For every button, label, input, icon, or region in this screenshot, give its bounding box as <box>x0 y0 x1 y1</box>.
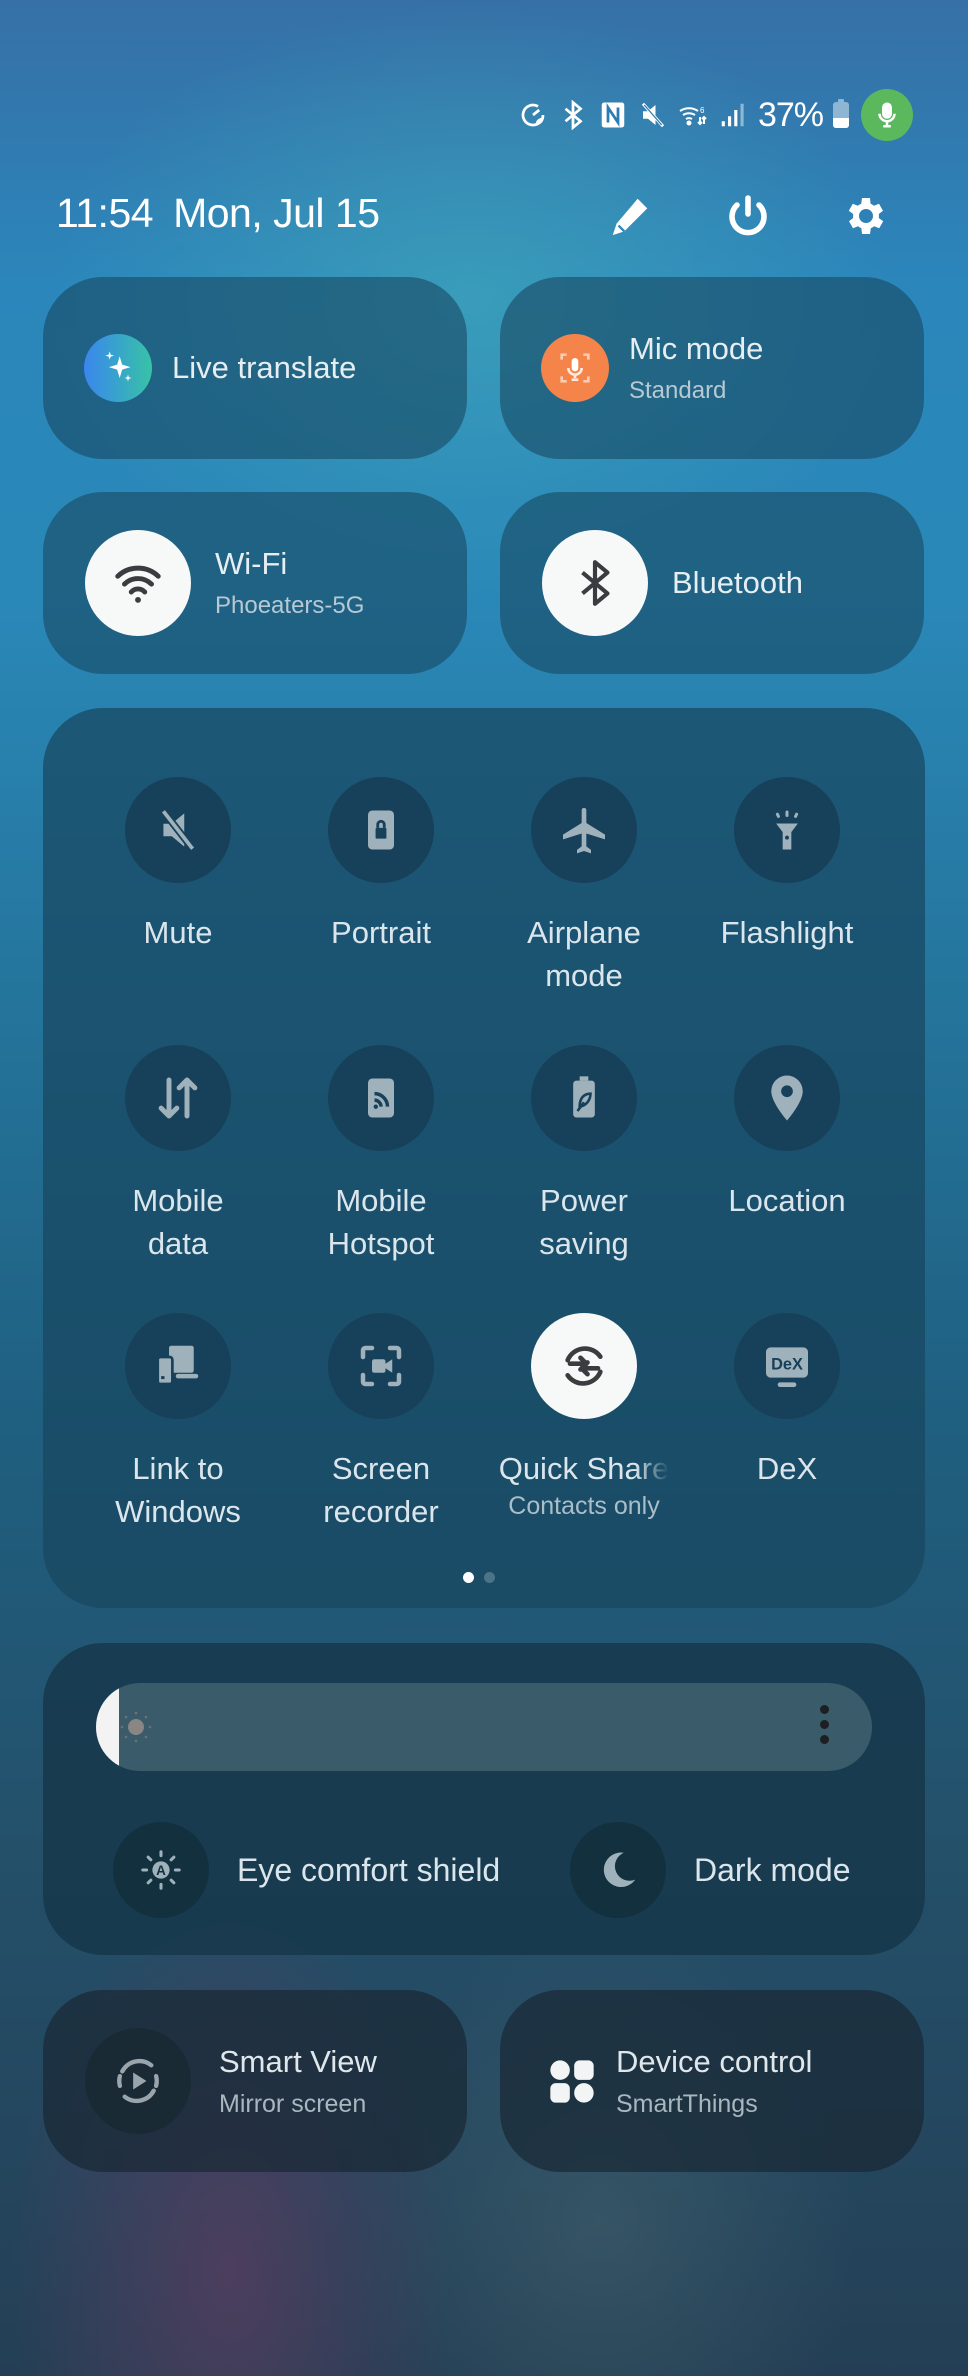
date-time: 11:54 Mon, Jul 15 <box>56 190 400 237</box>
qs-quick-share[interactable]: Quick Share Contacts only <box>484 1313 684 1521</box>
tile-label: Live translate <box>172 350 357 385</box>
sparkles-icon <box>84 334 152 402</box>
tile-sublabel: Phoeaters-5G <box>215 592 365 619</box>
more-vertical-icon[interactable] <box>820 1705 830 1744</box>
mute-icon <box>125 777 231 883</box>
brightness-sun-icon <box>120 1711 152 1743</box>
mute-status-icon <box>638 99 668 131</box>
nfc-status-icon <box>598 99 628 131</box>
power-saving-icon <box>531 1045 637 1151</box>
qs-airplane[interactable]: Airplane mode <box>484 777 684 997</box>
qs-screen-recorder[interactable]: Screen recorder <box>281 1313 481 1533</box>
toggle-label: Dark mode <box>694 1851 851 1888</box>
tile-smart-view[interactable]: Smart View Mirror screen <box>43 1990 467 2172</box>
tile-live-translate[interactable]: Live translate <box>43 277 467 459</box>
flashlight-icon <box>734 777 840 883</box>
location-icon <box>734 1045 840 1151</box>
link-to-windows-icon <box>125 1313 231 1419</box>
smart-view-icon <box>85 2028 191 2134</box>
wifi-icon <box>85 530 191 636</box>
qs-portrait[interactable]: Portrait <box>281 777 481 954</box>
qs-location[interactable]: Location <box>687 1045 887 1222</box>
power-saving-status-icon <box>518 99 548 131</box>
tile-label: Smart View <box>219 2043 377 2079</box>
gear-icon <box>848 198 884 234</box>
qs-power-saving[interactable]: Power saving <box>484 1045 684 1265</box>
svg-text:6: 6 <box>700 106 705 115</box>
tile-mic-mode[interactable]: Mic mode Standard <box>500 277 924 459</box>
tile-sublabel: Mirror screen <box>219 2089 367 2118</box>
tile-sublabel: Standard <box>629 377 727 404</box>
settings-button[interactable] <box>836 186 896 246</box>
qs-label: Mute <box>143 915 213 950</box>
qs-label: Mobile Hotspot <box>327 1183 435 1261</box>
qs-label: Quick Share <box>498 1451 670 1486</box>
battery-level-fill <box>833 118 849 128</box>
wifi-6-status-icon: 6 <box>678 99 708 131</box>
brightness-slider[interactable] <box>96 1683 872 1771</box>
tile-wifi[interactable]: Wi-Fi Phoeaters-5G <box>43 492 467 674</box>
signal-status-icon <box>718 99 748 131</box>
airplane-icon <box>531 777 637 883</box>
date: Mon, Jul 15 <box>173 190 380 236</box>
qs-label: Portrait <box>331 915 431 950</box>
mic-in-use-icon[interactable] <box>861 89 913 141</box>
qs-dex[interactable]: DeX DeX <box>687 1313 887 1490</box>
page-dot-1[interactable] <box>463 1572 474 1583</box>
tile-label: Mic mode <box>629 331 764 366</box>
quick-share-icon <box>531 1313 637 1419</box>
tile-label: Bluetooth <box>672 565 803 600</box>
qs-label: Mobile data <box>132 1183 224 1261</box>
qs-label: Airplane mode <box>527 915 641 993</box>
hotspot-icon <box>328 1045 434 1151</box>
qs-label: DeX <box>756 1451 818 1486</box>
portrait-lock-icon <box>328 777 434 883</box>
tile-bluetooth[interactable]: Bluetooth <box>500 492 924 674</box>
toggle-label: Eye comfort shield <box>237 1851 501 1888</box>
page-dot-2[interactable] <box>484 1572 495 1583</box>
clock: 11:54 <box>56 190 154 236</box>
dark-mode-toggle[interactable]: Dark mode <box>570 1822 851 1918</box>
eye-comfort-icon: A <box>113 1822 209 1918</box>
status-bar: 6 37% <box>518 89 913 141</box>
qs-mobile-data[interactable]: Mobile data <box>78 1045 278 1265</box>
qs-label: Power saving <box>539 1183 629 1261</box>
qs-mute[interactable]: Mute <box>78 777 278 954</box>
power-button[interactable] <box>718 186 778 246</box>
page-indicator <box>463 1572 495 1583</box>
qs-label: Link to Windows <box>115 1451 241 1529</box>
qs-hotspot[interactable]: Mobile Hotspot <box>281 1045 481 1265</box>
bluetooth-status-icon <box>558 99 588 131</box>
tile-sublabel: SmartThings <box>616 2089 758 2118</box>
qs-label: Screen recorder <box>323 1451 439 1529</box>
device-control-icon <box>542 2051 602 2111</box>
battery-percentage: 37% <box>757 95 824 134</box>
battery-icon <box>833 99 849 128</box>
qs-flashlight[interactable]: Flashlight <box>687 777 887 954</box>
svg-text:A: A <box>156 1863 166 1878</box>
dex-icon: DeX <box>734 1313 840 1419</box>
qs-label: Location <box>728 1183 846 1218</box>
qs-link-to-windows[interactable]: Link to Windows <box>78 1313 278 1533</box>
qs-sublabel: Contacts only <box>508 1492 660 1520</box>
tile-label: Device control <box>616 2043 813 2079</box>
qs-label: Flashlight <box>720 915 854 950</box>
screen-recorder-icon <box>328 1313 434 1419</box>
bluetooth-icon <box>542 530 648 636</box>
pencil-icon <box>612 198 648 236</box>
tile-label: Wi-Fi <box>215 546 288 581</box>
svg-text:DeX: DeX <box>771 1356 803 1374</box>
edit-button[interactable] <box>600 186 660 246</box>
power-icon <box>729 195 767 236</box>
tile-device-control[interactable]: Device control SmartThings <box>500 1990 924 2172</box>
mobile-data-icon <box>125 1045 231 1151</box>
eye-comfort-toggle[interactable]: A Eye comfort shield <box>113 1822 500 1918</box>
moon-icon <box>570 1822 666 1918</box>
mic-mode-icon <box>541 334 609 402</box>
